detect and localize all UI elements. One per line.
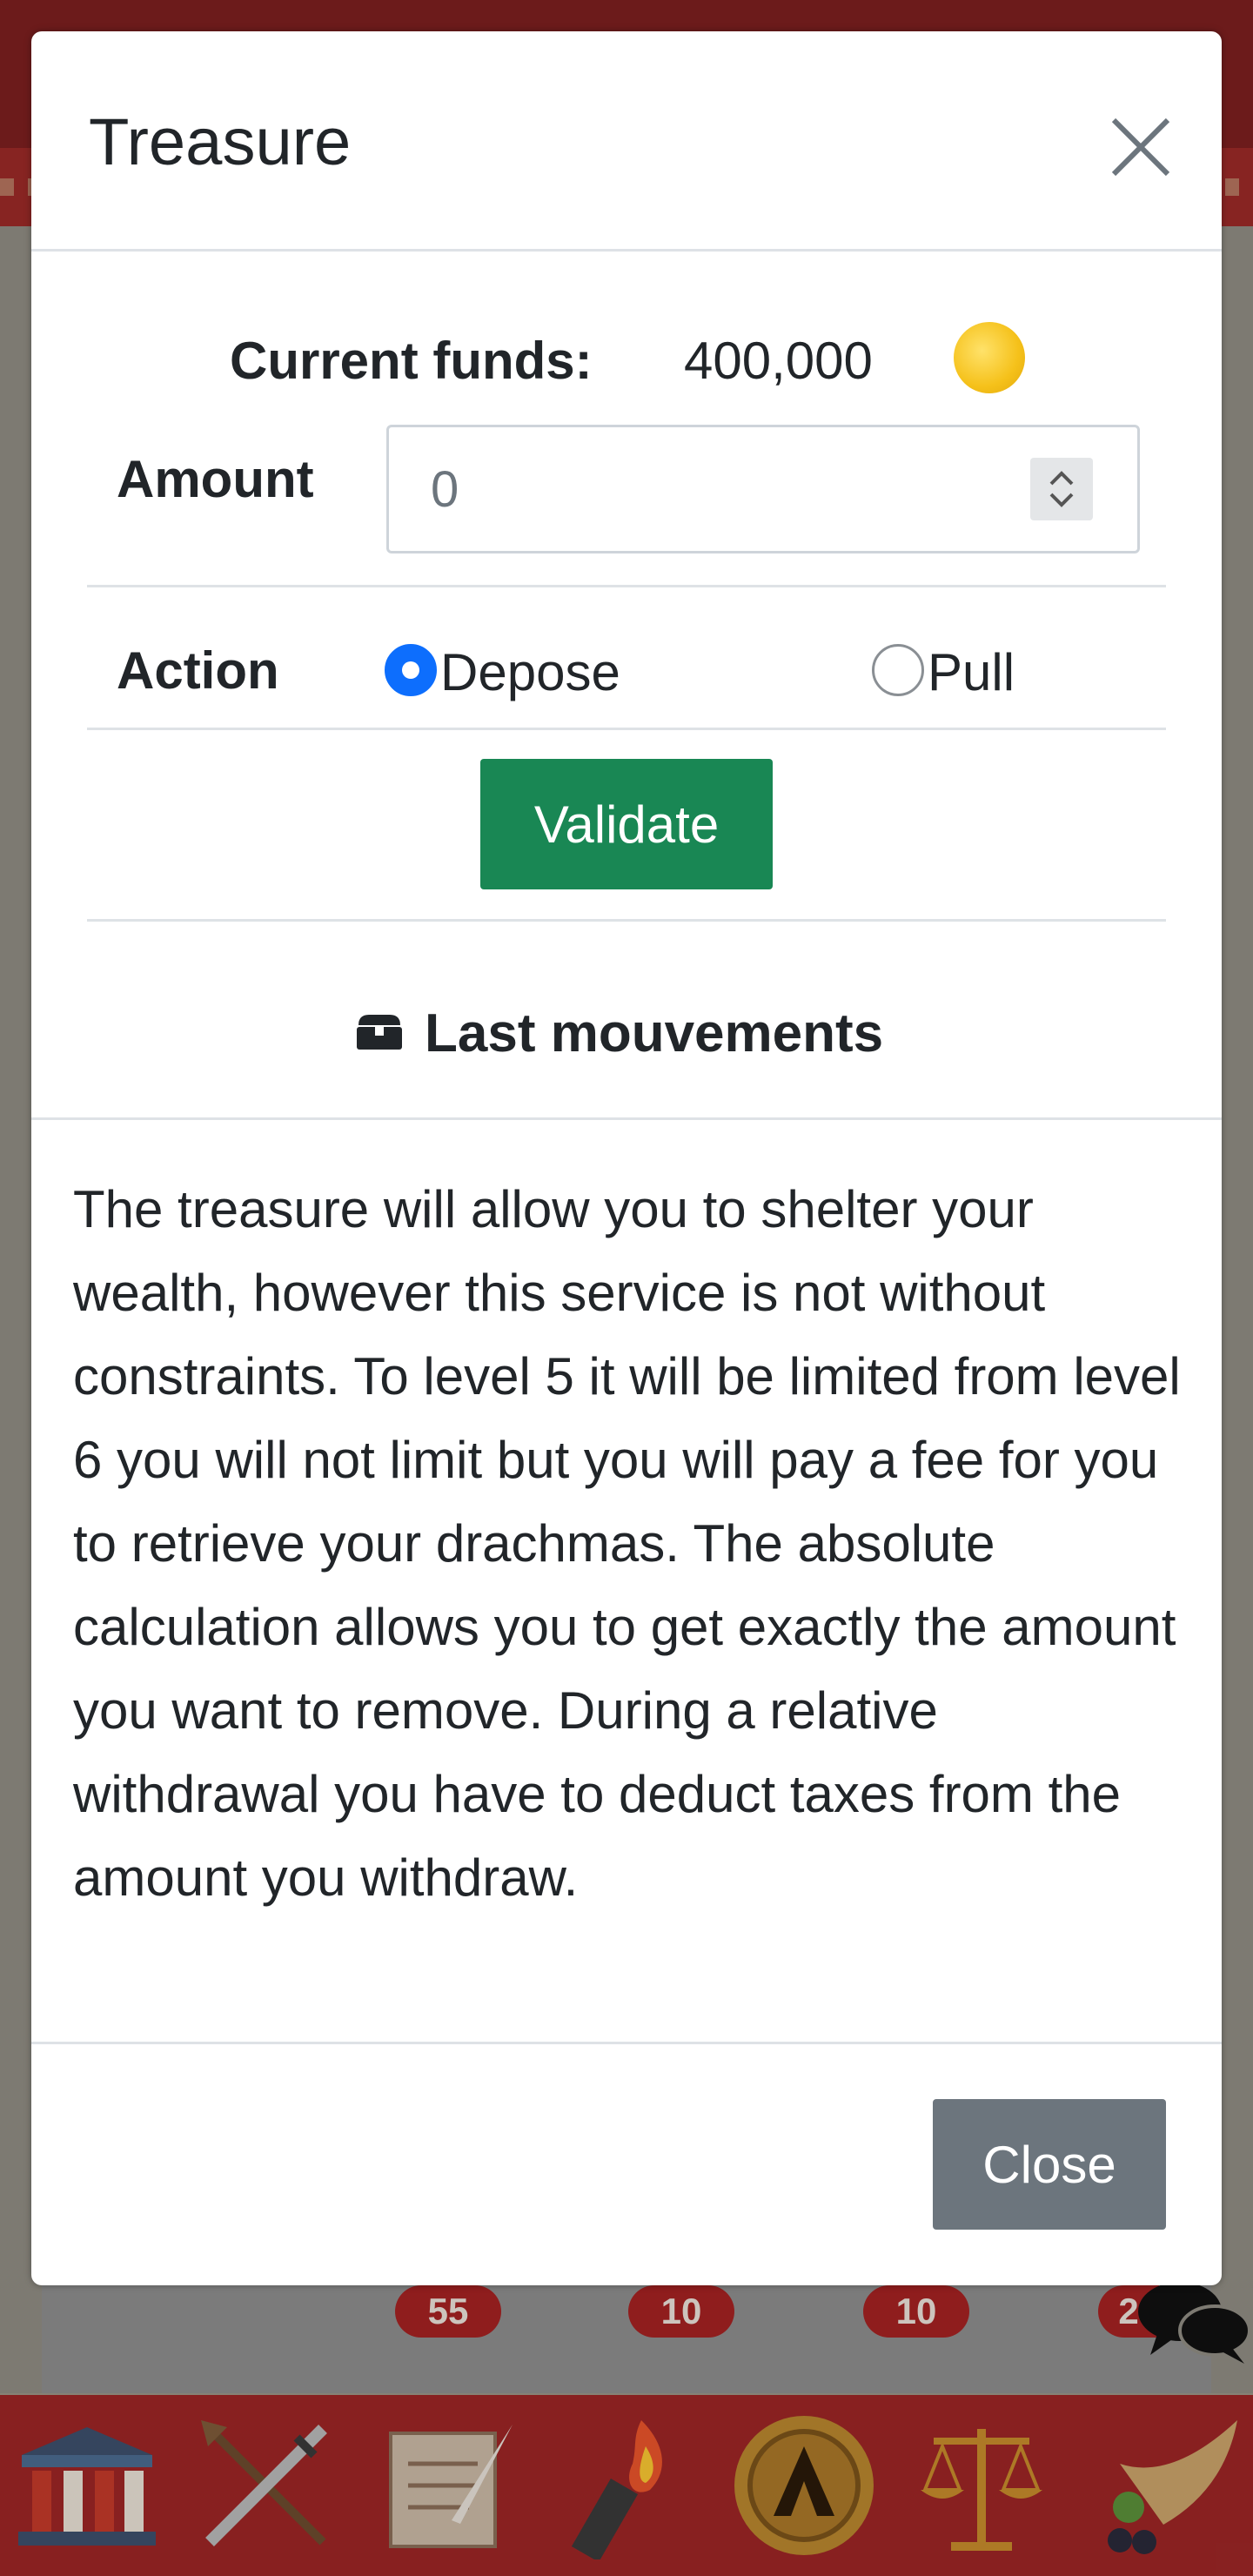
treasure-modal: Treasure Current funds: 400,000 Amount A… <box>31 31 1222 2285</box>
pull-radio[interactable] <box>872 644 924 696</box>
divider <box>87 919 1166 922</box>
last-movements-label: Last mouvements <box>425 1003 884 1063</box>
treasure-description: The treasure will allow you to shelter y… <box>73 1180 1181 1907</box>
modal-title: Treasure <box>89 105 352 179</box>
divider <box>87 728 1166 730</box>
treasure-chest-icon <box>355 1003 404 1064</box>
number-spinner[interactable] <box>1030 458 1093 520</box>
depose-radio-label[interactable]: Depose <box>440 642 620 702</box>
validate-button[interactable]: Validate <box>480 759 773 889</box>
divider <box>87 585 1166 587</box>
footer-divider <box>31 2042 1222 2044</box>
amount-input[interactable] <box>386 425 1140 553</box>
pull-radio-label[interactable]: Pull <box>928 642 1015 702</box>
close-icon[interactable] <box>1102 108 1180 186</box>
current-funds-label: Current funds: <box>230 332 593 390</box>
close-button[interactable]: Close <box>933 2099 1166 2230</box>
action-label: Action <box>117 641 279 700</box>
last-movements-link[interactable]: Last mouvements <box>355 1003 883 1064</box>
current-funds-value: 400,000 <box>684 332 873 390</box>
amount-label: Amount <box>117 450 314 508</box>
depose-radio[interactable] <box>385 644 437 696</box>
gold-coin-icon <box>954 322 1025 393</box>
modal-header: Treasure <box>31 31 1222 252</box>
section-divider <box>31 1117 1222 1120</box>
